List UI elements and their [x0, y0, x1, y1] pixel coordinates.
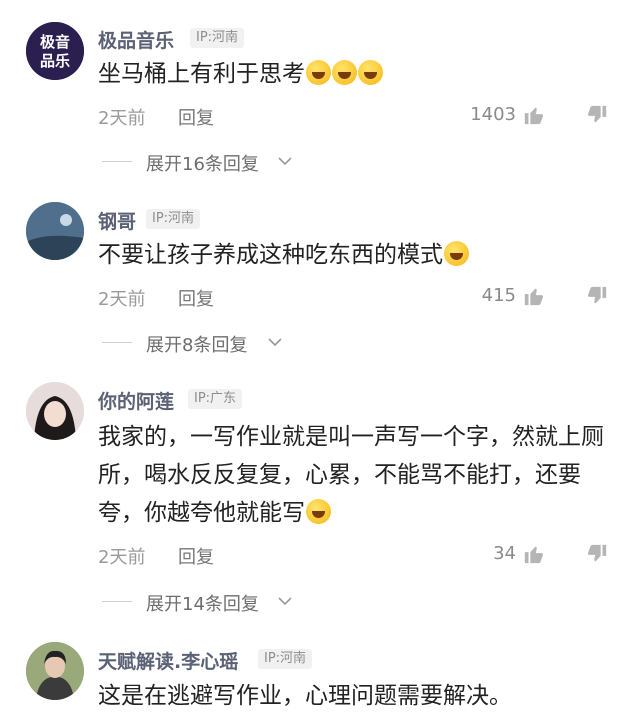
comment-item: 天赋解读.李心瑶 IP:河南 这是在逃避写作业，心理问题需要解决。: [0, 628, 640, 720]
comment-text-content: 我家的，一写作业就是叫一声写一个字，然就上厕所，喝水反反复复，心累，不能骂不能打…: [98, 424, 604, 526]
username[interactable]: 你的阿莲: [98, 387, 174, 414]
ip-location-badge: IP:河南: [190, 28, 245, 48]
avatar[interactable]: 极音 品乐: [26, 22, 84, 80]
comment-text: 坐马桶上有利于思考: [98, 56, 618, 93]
reply-button[interactable]: 回复: [178, 285, 214, 311]
expand-replies-button[interactable]: 展开8条回复: [102, 331, 302, 356]
laughing-emoji-icon: [306, 499, 331, 524]
thumbs-down-icon[interactable]: [586, 543, 608, 565]
thumbs-down-icon[interactable]: [586, 285, 608, 307]
thumbs-up-icon[interactable]: [523, 104, 545, 126]
expand-replies-label: 展开14条回复: [146, 594, 259, 615]
expand-replies-label: 展开16条回复: [146, 154, 259, 175]
person-avatar-icon: [26, 382, 84, 440]
like-count: 415: [481, 285, 516, 306]
laughing-emoji-icon: [332, 60, 357, 85]
reply-button[interactable]: 回复: [178, 543, 214, 569]
timestamp: 2天前: [98, 108, 146, 129]
music-logo-icon: 极音 品乐: [26, 22, 84, 80]
comment-text: 我家的，一写作业就是叫一声写一个字，然就上厕所，喝水反反复复，心累，不能骂不能打…: [98, 418, 618, 532]
expand-replies-button[interactable]: 展开14条回复: [102, 590, 302, 615]
chevron-down-icon: [268, 338, 282, 347]
expand-replies-button[interactable]: 展开16条回复: [102, 150, 302, 175]
person-avatar-icon: [26, 642, 84, 700]
laughing-emoji-icon: [306, 60, 331, 85]
like-count: 34: [493, 543, 516, 564]
username[interactable]: 钢哥: [98, 207, 136, 234]
svg-text:极音: 极音: [40, 33, 70, 51]
ip-location-badge: IP:河南: [258, 649, 313, 669]
avatar[interactable]: [26, 202, 84, 260]
laughing-emoji-icon: [444, 241, 469, 266]
ip-location-badge: IP:广东: [188, 389, 243, 409]
comment-text-content: 不要让孩子养成这种吃东西的模式: [98, 242, 443, 268]
ip-location-badge: IP:河南: [146, 209, 201, 229]
comment-text-content: 坐马桶上有利于思考: [98, 61, 305, 87]
comment-text-content: 这是在逃避写作业，心理问题需要解决。: [98, 683, 512, 709]
avatar[interactable]: [26, 642, 84, 700]
thumbs-up-icon[interactable]: [523, 285, 545, 307]
username[interactable]: 天赋解读.李心瑶: [98, 647, 238, 674]
comment-item: 钢哥 IP:河南 不要让孩子养成这种吃东西的模式 2天前 回复 415 展开8条…: [0, 190, 640, 370]
timestamp: 2天前: [98, 289, 146, 310]
comment-item: 你的阿莲 IP:广东 我家的，一写作业就是叫一声写一个字，然就上厕所，喝水反反复…: [0, 370, 640, 628]
divider-line: [102, 342, 132, 343]
comment-text: 不要让孩子养成这种吃东西的模式: [98, 237, 618, 274]
like-count: 1403: [470, 104, 516, 125]
reply-button[interactable]: 回复: [178, 104, 214, 130]
thumbs-down-icon[interactable]: [586, 104, 608, 126]
chevron-down-icon: [278, 157, 292, 166]
expand-replies-label: 展开8条回复: [146, 335, 248, 356]
comment-item: 极音 品乐 极品音乐 IP:河南 坐马桶上有利于思考 2天前 回复 1403 展…: [0, 0, 640, 190]
divider-line: [102, 601, 132, 602]
comment-text: 这是在逃避写作业，心理问题需要解决。: [98, 678, 618, 715]
laughing-emoji-icon: [358, 60, 383, 85]
chevron-down-icon: [278, 597, 292, 606]
divider-line: [102, 161, 132, 162]
svg-text:品乐: 品乐: [40, 52, 70, 70]
username[interactable]: 极品音乐: [98, 26, 174, 53]
timestamp: 2天前: [98, 547, 146, 568]
thumbs-up-icon[interactable]: [523, 543, 545, 565]
avatar[interactable]: [26, 382, 84, 440]
landscape-avatar-icon: [26, 202, 84, 260]
